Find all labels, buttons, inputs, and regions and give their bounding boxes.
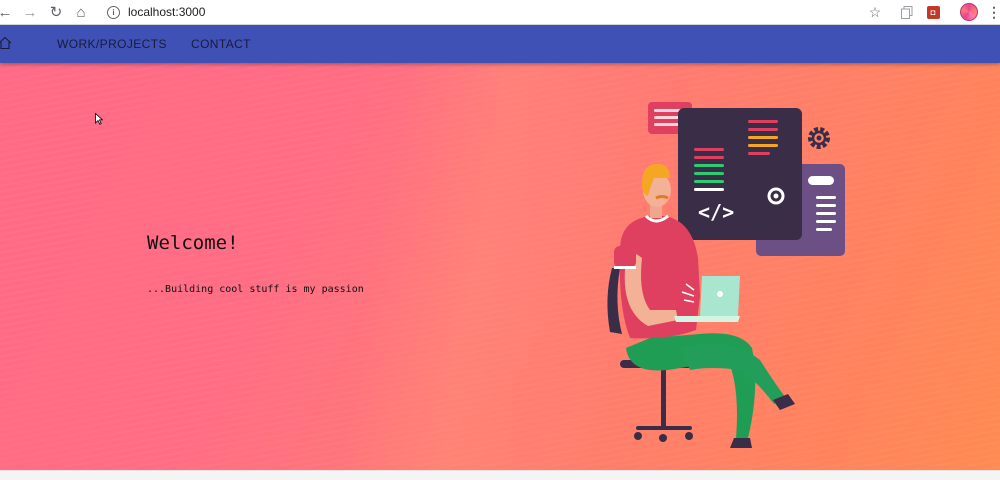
star-icon[interactable]: ☆ (865, 2, 885, 22)
home-icon[interactable]: ⌂ (71, 2, 91, 22)
browser-toolbar: ← → ↻ ⌂ i localhost:3000 ☆ ◘ ⋮ (0, 0, 1000, 25)
code-symbol-text: </> (698, 200, 734, 224)
nav-link-work-projects[interactable]: WORK/PROJECTS (57, 37, 167, 51)
hero-title: Welcome! (147, 232, 239, 254)
back-icon[interactable]: ← (0, 2, 15, 22)
address-bar[interactable]: i localhost:3000 (100, 2, 860, 22)
site-navbar: WORK/PROJECTS CONTACT (0, 25, 1000, 63)
forward-icon[interactable]: → (20, 2, 40, 22)
copy-icon[interactable] (897, 2, 917, 22)
url-text: localhost:3000 (128, 5, 206, 19)
hero-section: Welcome! ...Building cool stuff is my pa… (0, 63, 1000, 470)
reload-icon[interactable]: ↻ (46, 2, 66, 22)
menu-kebab-icon[interactable]: ⋮ (984, 2, 1000, 22)
extension-icon[interactable]: ◘ (923, 2, 943, 22)
nav-link-contact[interactable]: CONTACT (191, 37, 251, 51)
home-icon[interactable] (0, 36, 12, 50)
developer-illustration: </> (607, 102, 845, 448)
info-icon[interactable]: i (107, 5, 120, 19)
gear-icon (808, 127, 830, 149)
profile-avatar[interactable] (959, 2, 979, 22)
mouse-cursor-icon (95, 113, 103, 125)
hero-subtitle: ...Building cool stuff is my passion (147, 284, 364, 295)
